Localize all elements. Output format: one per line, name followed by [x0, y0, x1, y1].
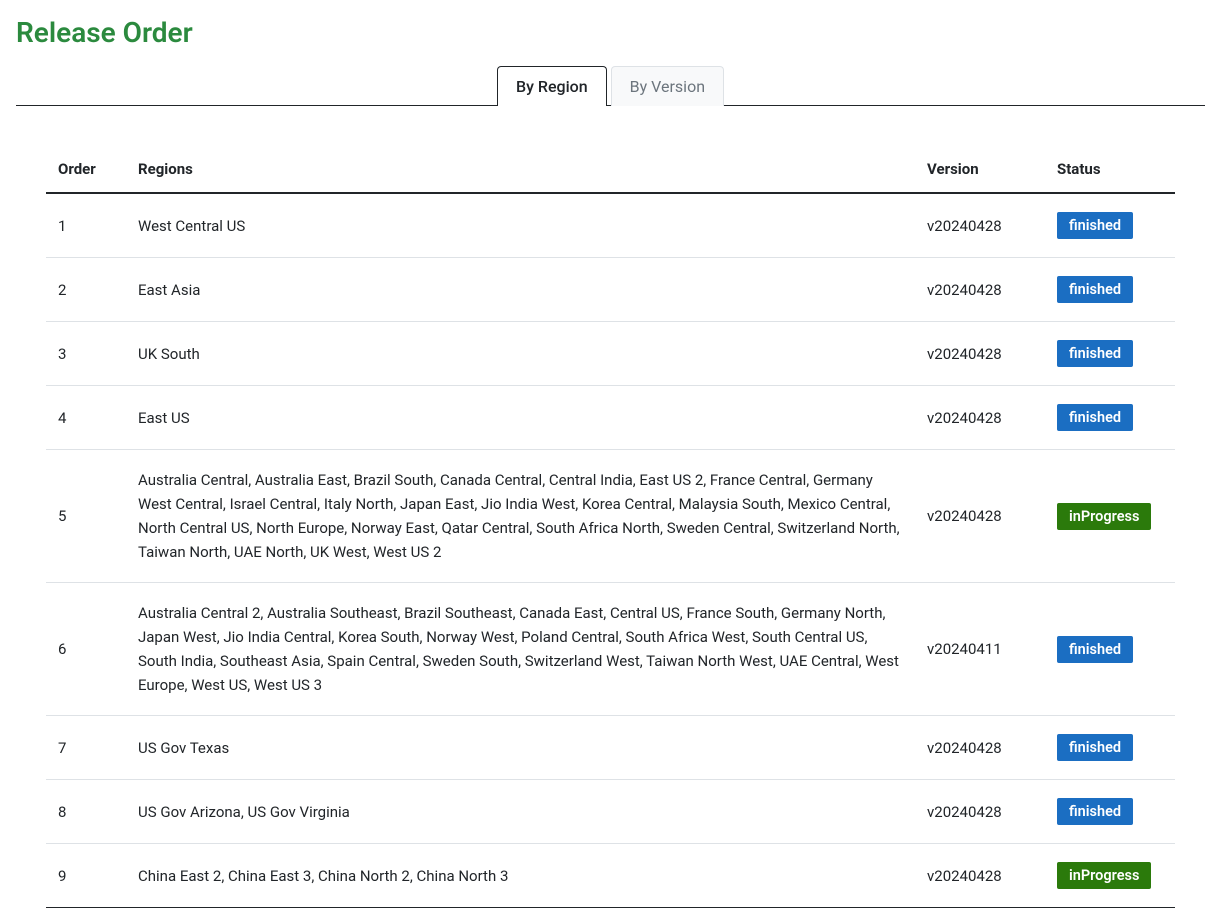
table-row: 4East USv20240428 finished: [46, 386, 1175, 450]
col-header-status: Status: [1045, 146, 1175, 193]
status-badge: finished: [1057, 276, 1133, 303]
cell-status: finished: [1045, 716, 1175, 780]
table-row: 9China East 2, China East 3, China North…: [46, 844, 1175, 908]
status-badge: finished: [1057, 636, 1133, 663]
release-order-table: Order Regions Version Status 1West Centr…: [46, 146, 1175, 908]
table-header-row: Order Regions Version Status: [46, 146, 1175, 193]
status-badge: inProgress: [1057, 862, 1151, 889]
cell-order: 5: [46, 450, 126, 583]
cell-version: v20240428: [915, 450, 1045, 583]
table-row: 3UK Southv20240428 finished: [46, 322, 1175, 386]
cell-status: finished: [1045, 322, 1175, 386]
cell-order: 1: [46, 193, 126, 258]
page-title: Release Order: [16, 16, 1205, 49]
cell-regions: East US: [126, 386, 915, 450]
table-row: 6Australia Central 2, Australia Southeas…: [46, 583, 1175, 716]
cell-status: finished: [1045, 193, 1175, 258]
cell-regions: West Central US: [126, 193, 915, 258]
status-badge: inProgress: [1057, 503, 1151, 530]
tab-by-version[interactable]: By Version: [611, 66, 724, 106]
table-row: 1West Central USv20240428 finished: [46, 193, 1175, 258]
cell-regions: East Asia: [126, 258, 915, 322]
status-badge: finished: [1057, 404, 1133, 431]
cell-status: finished: [1045, 583, 1175, 716]
table-row: 5Australia Central, Australia East, Braz…: [46, 450, 1175, 583]
cell-version: v20240411: [915, 583, 1045, 716]
col-header-regions: Regions: [126, 146, 915, 193]
cell-version: v20240428: [915, 258, 1045, 322]
col-header-version: Version: [915, 146, 1045, 193]
cell-regions: US Gov Texas: [126, 716, 915, 780]
cell-version: v20240428: [915, 386, 1045, 450]
cell-status: finished: [1045, 780, 1175, 844]
cell-order: 8: [46, 780, 126, 844]
table-row: 7US Gov Texasv20240428 finished: [46, 716, 1175, 780]
cell-version: v20240428: [915, 193, 1045, 258]
cell-regions: Australia Central, Australia East, Brazi…: [126, 450, 915, 583]
cell-version: v20240428: [915, 716, 1045, 780]
tabs-container: By Region By Version: [16, 65, 1205, 106]
cell-status: inProgress: [1045, 844, 1175, 908]
cell-regions: US Gov Arizona, US Gov Virginia: [126, 780, 915, 844]
status-badge: finished: [1057, 212, 1133, 239]
cell-status: inProgress: [1045, 450, 1175, 583]
table-row: 8US Gov Arizona, US Gov Virginiav2024042…: [46, 780, 1175, 844]
status-badge: finished: [1057, 734, 1133, 761]
cell-status: finished: [1045, 386, 1175, 450]
status-badge: finished: [1057, 340, 1133, 367]
release-order-table-wrap: Order Regions Version Status 1West Centr…: [16, 146, 1205, 908]
cell-order: 6: [46, 583, 126, 716]
cell-order: 9: [46, 844, 126, 908]
cell-version: v20240428: [915, 780, 1045, 844]
cell-status: finished: [1045, 258, 1175, 322]
cell-regions: UK South: [126, 322, 915, 386]
cell-regions: China East 2, China East 3, China North …: [126, 844, 915, 908]
cell-version: v20240428: [915, 844, 1045, 908]
cell-order: 3: [46, 322, 126, 386]
cell-regions: Australia Central 2, Australia Southeast…: [126, 583, 915, 716]
col-header-order: Order: [46, 146, 126, 193]
status-badge: finished: [1057, 798, 1133, 825]
tab-by-region[interactable]: By Region: [497, 66, 607, 106]
cell-order: 4: [46, 386, 126, 450]
cell-order: 7: [46, 716, 126, 780]
table-row: 2East Asiav20240428 finished: [46, 258, 1175, 322]
cell-version: v20240428: [915, 322, 1045, 386]
cell-order: 2: [46, 258, 126, 322]
